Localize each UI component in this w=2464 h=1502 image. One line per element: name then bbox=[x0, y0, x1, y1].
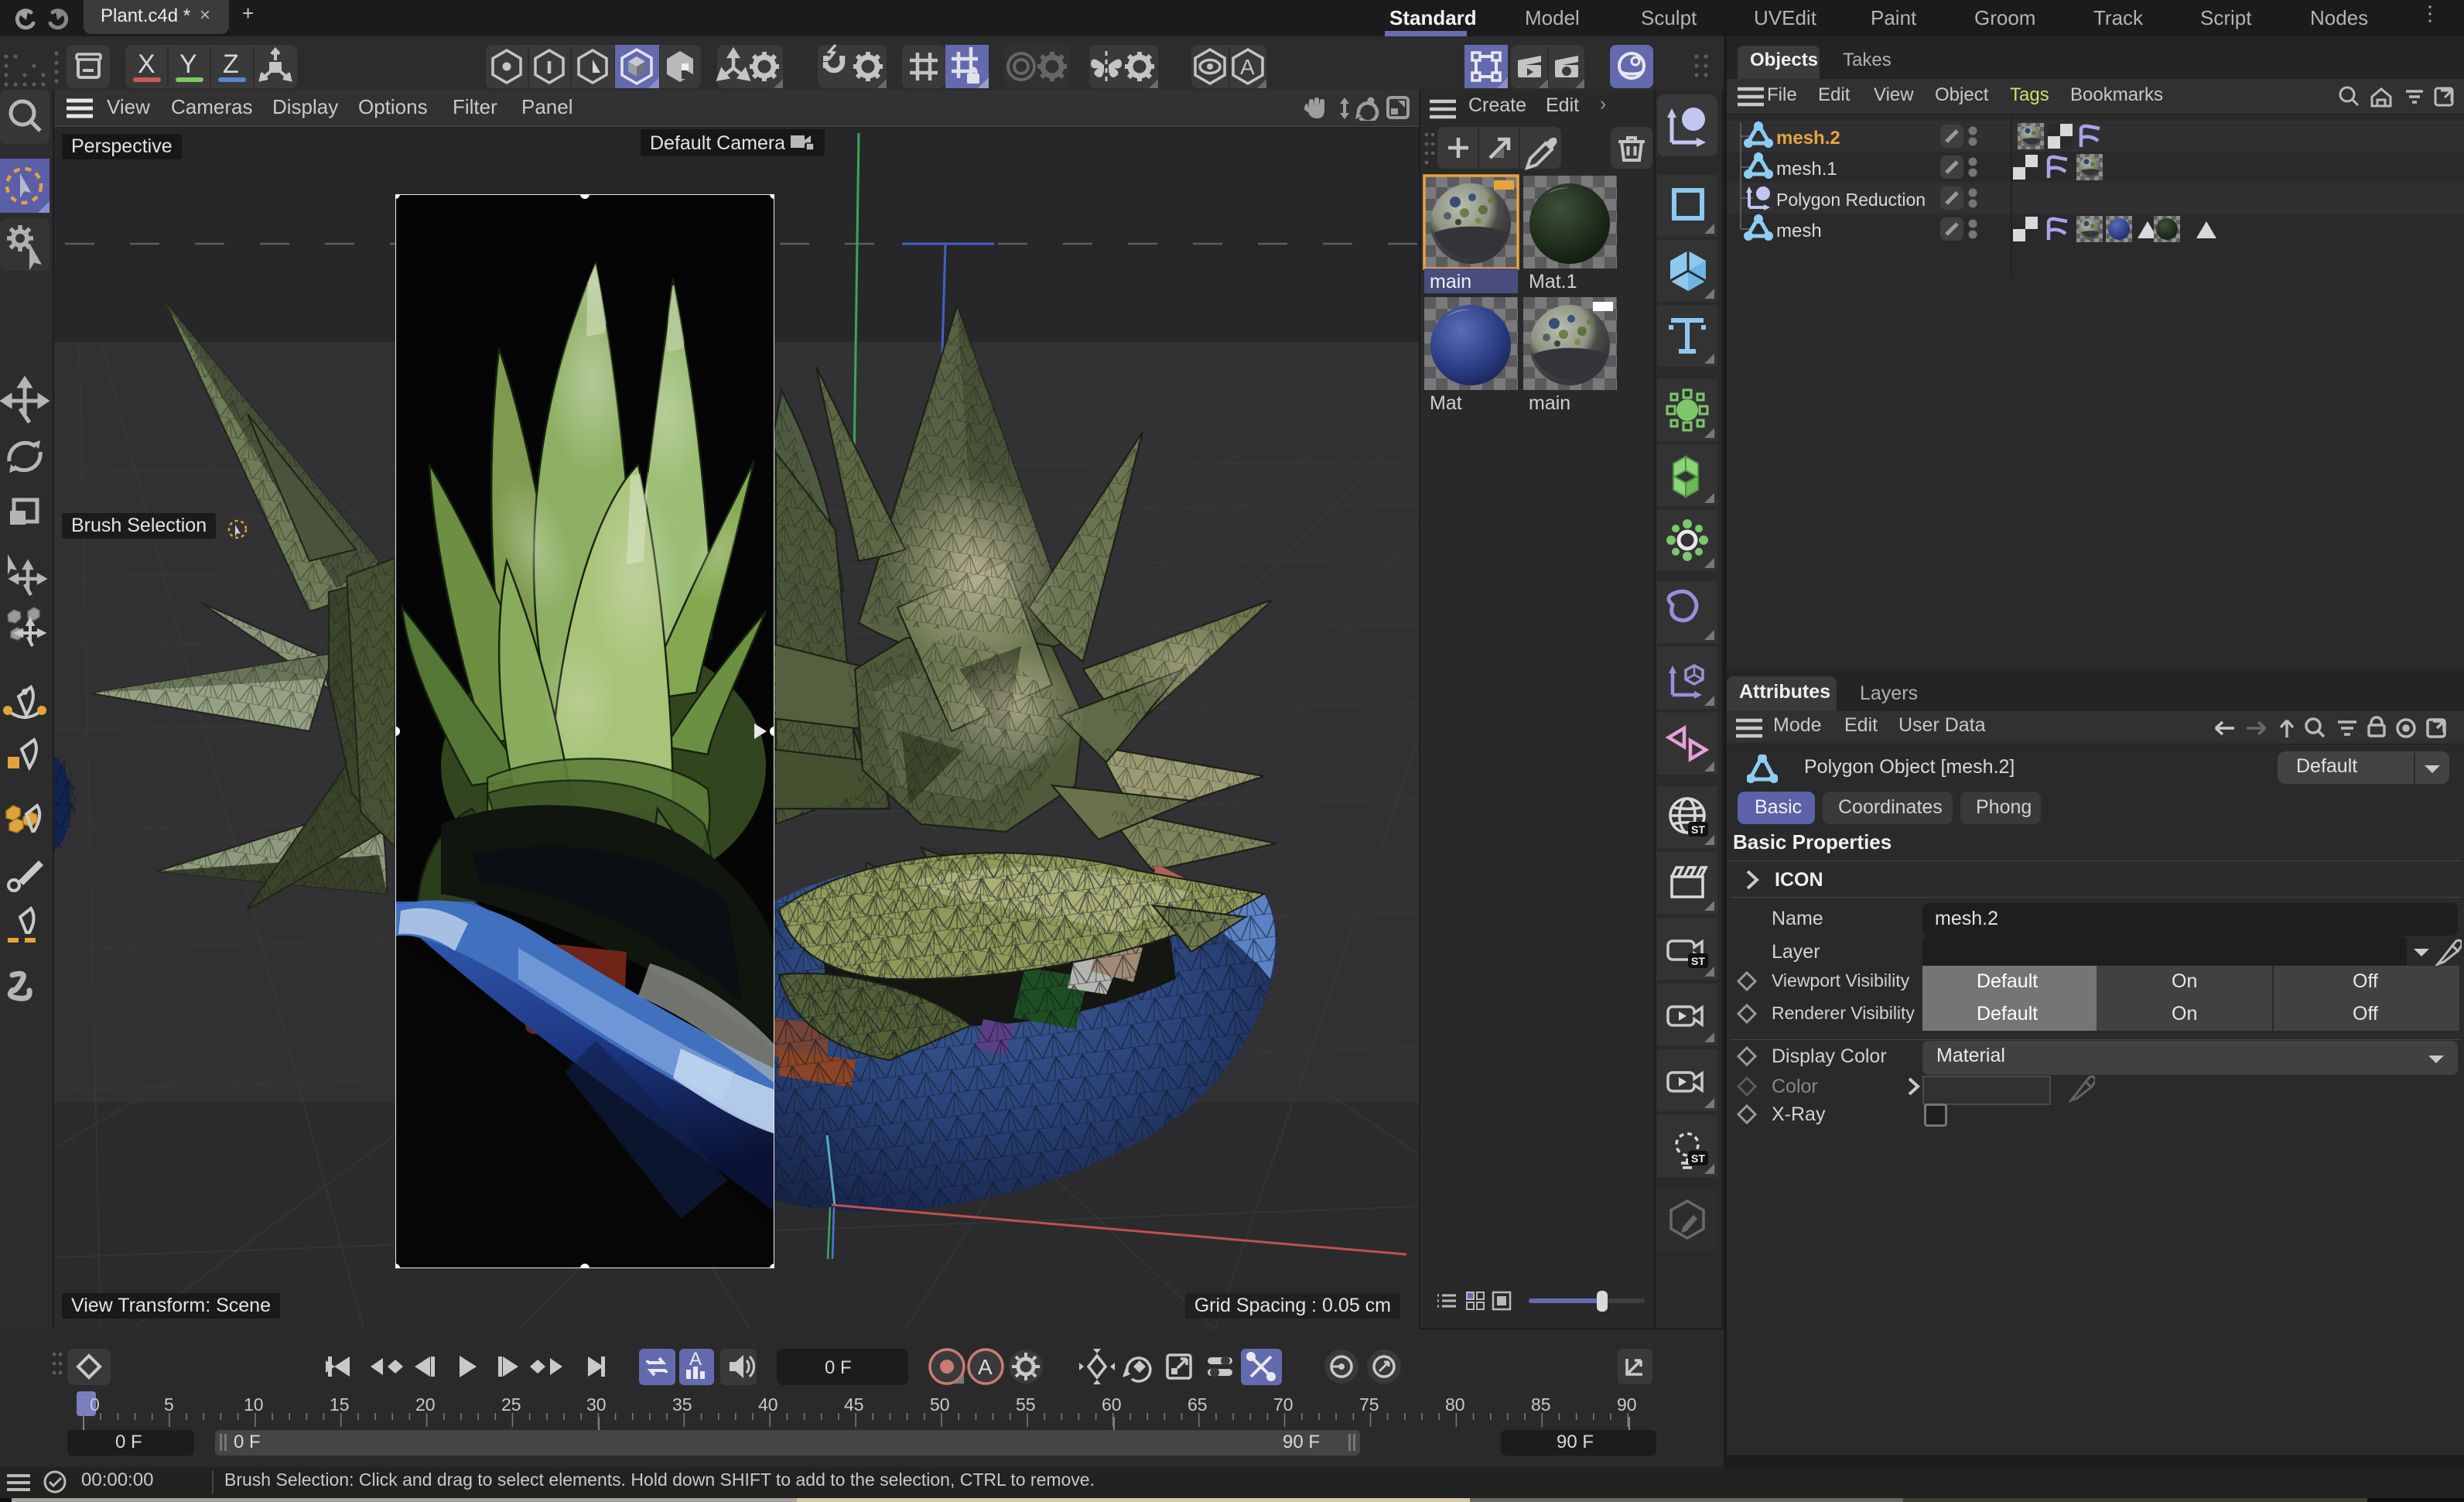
svg-text:45: 45 bbox=[844, 1394, 864, 1415]
svg-text:A: A bbox=[978, 1355, 993, 1379]
svg-text:0 F: 0 F bbox=[825, 1357, 852, 1378]
svg-text:30: 30 bbox=[586, 1394, 607, 1415]
svg-text:20: 20 bbox=[415, 1394, 436, 1415]
svg-text:55: 55 bbox=[1016, 1394, 1036, 1415]
svg-text:25: 25 bbox=[501, 1394, 521, 1415]
svg-text:Mat.1: Mat.1 bbox=[1529, 271, 1577, 293]
svg-text:85: 85 bbox=[1531, 1394, 1551, 1415]
svg-text:Y: Y bbox=[179, 50, 197, 79]
svg-text:80: 80 bbox=[1445, 1394, 1465, 1415]
svg-text:75: 75 bbox=[1359, 1394, 1379, 1415]
svg-text:90: 90 bbox=[1617, 1394, 1637, 1415]
svg-text:A: A bbox=[689, 1349, 702, 1370]
svg-text:mesh.1: mesh.1 bbox=[1776, 159, 1837, 180]
svg-text:A: A bbox=[1240, 55, 1255, 79]
svg-text:X: X bbox=[138, 50, 155, 79]
svg-text:5: 5 bbox=[164, 1394, 174, 1415]
svg-text:main: main bbox=[1529, 392, 1570, 414]
svg-text:mesh.2: mesh.2 bbox=[1776, 128, 1840, 149]
svg-text:Mat: Mat bbox=[1430, 392, 1462, 414]
svg-text:0: 0 bbox=[90, 1394, 100, 1415]
svg-text:40: 40 bbox=[758, 1394, 778, 1415]
svg-text:mesh: mesh bbox=[1776, 221, 1822, 241]
svg-text:main: main bbox=[1430, 271, 1471, 293]
svg-text:15: 15 bbox=[330, 1394, 350, 1415]
svg-text:60: 60 bbox=[1102, 1394, 1122, 1415]
svg-text:Polygon Reduction: Polygon Reduction bbox=[1776, 190, 1926, 210]
svg-text:35: 35 bbox=[672, 1394, 692, 1415]
svg-text:10: 10 bbox=[244, 1394, 264, 1415]
svg-text:70: 70 bbox=[1273, 1394, 1294, 1415]
svg-text:Z: Z bbox=[223, 50, 239, 79]
svg-text:65: 65 bbox=[1188, 1394, 1208, 1415]
svg-text:50: 50 bbox=[930, 1394, 950, 1415]
